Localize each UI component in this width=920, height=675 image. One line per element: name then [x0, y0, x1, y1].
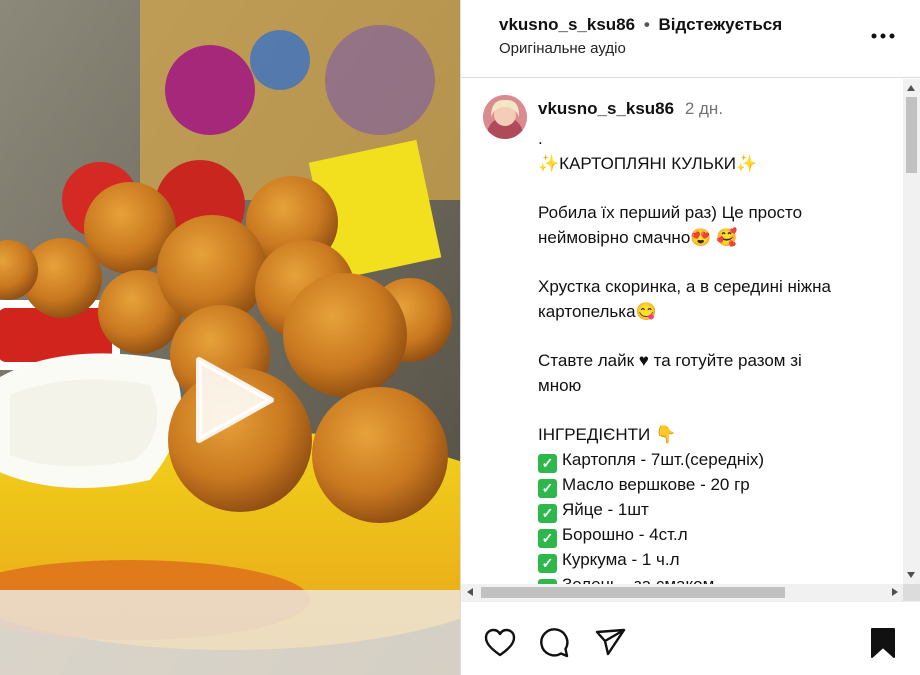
caption-line	[538, 176, 858, 201]
audio-label[interactable]: Оригінальне аудіо	[499, 40, 626, 57]
play-button[interactable]	[185, 352, 281, 448]
check-icon: ✓	[538, 454, 557, 474]
scroll-up-arrow-icon[interactable]	[907, 85, 915, 91]
horizontal-scrollbar[interactable]	[461, 584, 904, 601]
scroll-down-arrow-icon[interactable]	[907, 572, 915, 578]
header-separator: •	[643, 15, 650, 34]
check-icon: ✓	[538, 554, 557, 574]
action-bar	[461, 601, 920, 675]
caption-line	[538, 399, 858, 424]
vertical-scroll-thumb[interactable]	[906, 97, 917, 173]
post-header: vkusno_s_ksu86 • Відстежується Оригіналь…	[461, 0, 920, 78]
share-icon	[595, 628, 626, 656]
avatar[interactable]	[483, 95, 527, 139]
ingredient-text: Картопля - 7шт.(середніх)	[562, 450, 765, 470]
check-icon: ✓	[538, 479, 557, 499]
header-username[interactable]: vkusno_s_ksu86	[499, 15, 635, 34]
post-username[interactable]: vkusno_s_ksu86	[538, 99, 674, 118]
food-photo	[0, 0, 460, 675]
post-time[interactable]: 2 дн.	[685, 99, 723, 118]
save-button[interactable]	[866, 626, 900, 660]
like-button[interactable]	[483, 626, 517, 660]
ingredient-line: ✓ Масло вершкове - 20 гр	[538, 473, 858, 499]
caption-line: неймовірно смачно😍 🥰	[538, 227, 738, 247]
post-panel: vkusno_s_ksu86 • Відстежується Оригіналь…	[460, 0, 920, 675]
ingredient-line: ✓ Картопля - 7шт.(середніх)	[538, 448, 858, 474]
caption-line: ✨КАРТОПЛЯНІ КУЛЬКИ✨	[538, 153, 758, 173]
caption-text: . ✨КАРТОПЛЯНІ КУЛЬКИ✨ Робила їх перший р…	[538, 127, 858, 584]
bookmark-icon	[871, 628, 895, 658]
caption-line: Ставте лайк ♥ та готуйте разом зі	[538, 351, 802, 371]
post-media[interactable]	[0, 0, 460, 675]
more-options-button[interactable]	[871, 24, 895, 48]
ingredient-text: Яйце - 1шт	[562, 500, 649, 520]
scroll-left-arrow-icon[interactable]	[467, 588, 473, 596]
ingredient-text: Куркума - 1 ч.л	[562, 550, 680, 570]
scrollbar-corner	[903, 584, 920, 601]
ingredient-line: ✓Зелень - за смаком	[538, 573, 858, 584]
more-options-icon	[871, 33, 895, 39]
ingredient-text: Зелень - за смаком	[562, 575, 714, 584]
caption-line: .	[538, 129, 543, 148]
caption-line: картопелька😋	[538, 301, 657, 321]
header-user-row: vkusno_s_ksu86 • Відстежується	[499, 15, 782, 35]
heart-icon	[484, 628, 516, 657]
ingredient-line: ✓ Яйце - 1шт	[538, 498, 858, 524]
caption-line: мною	[538, 375, 582, 395]
horizontal-scroll-thumb[interactable]	[481, 587, 785, 598]
play-icon	[196, 357, 274, 443]
caption-line	[538, 251, 858, 276]
check-icon: ✓	[538, 529, 557, 549]
caption-line: Хрустка скоринка, а в середині ніжна	[538, 277, 831, 297]
check-icon: ✓	[538, 504, 557, 524]
ingredient-text: Борошно - 4ст.л	[562, 525, 688, 545]
follow-status[interactable]: Відстежується	[659, 15, 783, 34]
comment-button[interactable]	[537, 626, 571, 660]
vertical-scrollbar[interactable]	[903, 79, 920, 584]
ingredient-line: ✓ Борошно - 4ст.л	[538, 523, 858, 549]
caption-area[interactable]: vkusno_s_ksu86 2 дн. . ✨КАРТОПЛЯНІ КУЛЬК…	[461, 79, 920, 584]
ingredient-line: ✓ Куркума - 1 ч.л	[538, 548, 858, 574]
caption-line: ІНГРЕДІЄНТИ 👇	[538, 425, 677, 445]
caption-line	[538, 325, 858, 350]
caption-line: Робила їх перший раз) Це просто	[538, 203, 803, 223]
scroll-right-arrow-icon[interactable]	[892, 588, 898, 596]
ingredient-text: Масло вершкове - 20 гр	[562, 475, 750, 495]
comment-icon	[540, 628, 569, 658]
avatar-image	[483, 95, 527, 139]
post-username-row: vkusno_s_ksu86 2 дн.	[538, 99, 723, 119]
share-button[interactable]	[593, 626, 627, 660]
